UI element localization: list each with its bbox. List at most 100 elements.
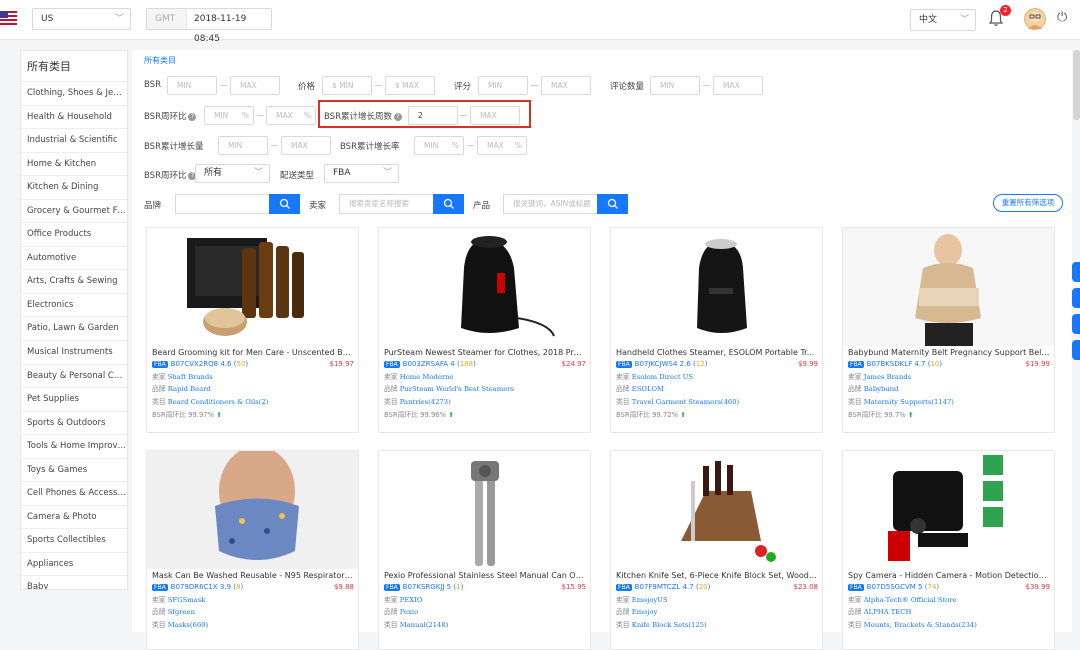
side-tab[interactable]	[1072, 340, 1080, 360]
product-seller[interactable]: Alpha-Tech® Official Store	[864, 596, 957, 604]
product-card[interactable]: Kitchen Knife Set, 6-Piece Knife Block S…	[610, 450, 823, 650]
product-brand[interactable]: ESOLOM	[632, 385, 664, 393]
product-image[interactable]	[843, 451, 1054, 569]
sidebar-category-item[interactable]: Tools & Home Improve...	[21, 435, 127, 459]
bsr-growth-rate-min-input[interactable]: MIN%	[414, 136, 464, 155]
sidebar-category-item[interactable]: Beauty & Personal Care	[21, 365, 127, 389]
sidebar-category-item[interactable]: Camera & Photo	[21, 506, 127, 530]
product-seller[interactable]: James Brands	[864, 373, 911, 381]
product-seller[interactable]: SFGSmask	[168, 596, 206, 604]
sidebar-category-item[interactable]: Arts, Crafts & Sewing	[21, 270, 127, 294]
breadcrumb[interactable]: 所有类目	[144, 55, 176, 66]
sidebar-category-item[interactable]: Sports & Outdoors	[21, 412, 127, 436]
product-category[interactable]: Maternity Supports(1147)	[864, 398, 954, 406]
product-card[interactable]: Handheld Clothes Steamer, ESOLOM Portabl…	[610, 227, 823, 433]
product-title[interactable]: Babybund Maternity Belt Pregnancy Suppor…	[848, 348, 1050, 357]
product-category[interactable]: Beard Conditioners & Oils(2)	[168, 398, 269, 406]
rating-max-input[interactable]: MAX	[541, 76, 591, 95]
product-brand[interactable]: Sfgreen	[168, 608, 195, 616]
bsr-growth-amount-min-input[interactable]: MIN	[218, 136, 268, 155]
product-category[interactable]: Travel Garment Steamers(460)	[632, 398, 739, 406]
sidebar-category-item[interactable]: Cell Phones & Accessor...	[21, 482, 127, 506]
bsr-wow-max-input[interactable]: MAX%	[266, 106, 316, 125]
product-search-button[interactable]	[597, 194, 628, 214]
sidebar-category-item[interactable]: Baby	[21, 576, 127, 589]
side-tab[interactable]	[1072, 262, 1080, 282]
product-seller[interactable]: Esolom Direct US	[632, 373, 693, 381]
sidebar-category-item[interactable]: Grocery & Gourmet Fo...	[21, 200, 127, 224]
product-category[interactable]: Masks(669)	[168, 621, 208, 629]
product-image[interactable]	[843, 228, 1054, 346]
brand-search-input[interactable]	[175, 194, 270, 214]
language-select[interactable]: 中文 ﹀	[910, 9, 976, 31]
avatar[interactable]	[1024, 8, 1046, 30]
sidebar-category-item[interactable]: Appliances	[21, 553, 127, 577]
product-brand[interactable]: ALPHA TECH	[864, 608, 912, 616]
product-image[interactable]	[611, 228, 822, 346]
delivery-type-select[interactable]: FBA ﹀	[324, 164, 399, 183]
product-image[interactable]	[147, 451, 358, 569]
product-brand[interactable]: Babybund	[864, 385, 899, 393]
product-card[interactable]: PurSteam Newest Steamer for Clothes, 201…	[378, 227, 591, 433]
notification-bell-icon[interactable]: 2	[987, 5, 1011, 27]
seller-search-button[interactable]	[433, 194, 464, 214]
side-tab[interactable]	[1072, 314, 1080, 334]
product-card[interactable]: Mask Can Be Washed Reusable - N95 Respir…	[146, 450, 359, 650]
bsr-wow-min-input[interactable]: MIN%	[204, 106, 254, 125]
product-image[interactable]	[611, 451, 822, 569]
price-max-input[interactable]: $ MAX	[385, 76, 435, 95]
bsr-growth-weeks-min-input[interactable]: 2	[408, 106, 458, 125]
bsr-growth-weeks-max-input[interactable]: MAX	[470, 106, 520, 125]
product-title[interactable]: Beard Grooming kit for Men Care - Unscen…	[152, 348, 354, 357]
reset-filters-button[interactable]: 重置所有筛选项	[993, 194, 1063, 212]
product-card[interactable]: Beard Grooming kit for Men Care - Unscen…	[146, 227, 359, 433]
product-card[interactable]: Pexio Professional Stainless Steel Manua…	[378, 450, 591, 650]
product-category[interactable]: Pantries(4273)	[400, 398, 451, 406]
reviews-max-input[interactable]: MAX	[713, 76, 763, 95]
product-image[interactable]	[379, 228, 590, 346]
product-card[interactable]: Spy Camera - Hidden Camera - Motion Dete…	[842, 450, 1055, 650]
sidebar-category-item[interactable]: Pet Supplies	[21, 388, 127, 412]
scrollbar[interactable]	[1073, 50, 1080, 120]
bsr-wow-select[interactable]: 所有 ﹀	[195, 164, 270, 183]
product-title[interactable]: Spy Camera - Hidden Camera - Motion Dete…	[848, 571, 1050, 580]
product-seller[interactable]: Home Moderne	[400, 373, 454, 381]
sidebar-category-item[interactable]: Patio, Lawn & Garden	[21, 317, 127, 342]
rating-min-input[interactable]: MIN	[478, 76, 528, 95]
sidebar-category-item[interactable]: Office Products	[21, 223, 127, 247]
bsr-max-input[interactable]: MAX	[230, 76, 280, 95]
product-card[interactable]: Babybund Maternity Belt Pregnancy Suppor…	[842, 227, 1055, 433]
product-category[interactable]: Knife Block Sets(125)	[632, 621, 707, 629]
sidebar-category-item[interactable]: Home & Kitchen	[21, 153, 127, 177]
product-seller[interactable]: Shaft Brands	[168, 373, 213, 381]
product-title[interactable]: Handheld Clothes Steamer, ESOLOM Portabl…	[616, 348, 818, 357]
sidebar-category-item[interactable]: Health & Household	[21, 106, 127, 130]
sidebar-category-item[interactable]: Automotive	[21, 247, 127, 271]
product-brand[interactable]: PurSteam World's Best Steamers	[400, 385, 514, 393]
sidebar-category-item[interactable]: Musical Instruments	[21, 341, 127, 365]
product-seller[interactable]: PEXIO	[400, 596, 423, 604]
product-brand[interactable]: Rapid Beard	[168, 385, 211, 393]
product-title[interactable]: PurSteam Newest Steamer for Clothes, 201…	[384, 348, 586, 357]
side-tab[interactable]	[1072, 288, 1080, 308]
power-icon[interactable]: ⏻	[1057, 11, 1071, 25]
sidebar-heading[interactable]: 所有类目	[21, 51, 127, 82]
sidebar-category-item[interactable]: Clothing, Shoes & Jewe...	[21, 82, 127, 106]
sidebar-category-item[interactable]: Kitchen & Dining	[21, 176, 127, 200]
price-min-input[interactable]: $ MIN	[322, 76, 372, 95]
product-brand[interactable]: Emojoy	[632, 608, 658, 616]
product-search-input[interactable]: 搜关键词，ASIN或标题	[503, 194, 598, 214]
product-category[interactable]: Manual(2148)	[400, 621, 449, 629]
product-seller[interactable]: EmojoyUS	[632, 596, 668, 604]
sidebar-category-item[interactable]: Toys & Games	[21, 459, 127, 483]
product-image[interactable]	[379, 451, 590, 569]
bsr-min-input[interactable]: MIN	[167, 76, 217, 95]
bsr-growth-amount-max-input[interactable]: MAX	[281, 136, 331, 155]
sidebar-category-item[interactable]: Electronics	[21, 294, 127, 318]
reviews-min-input[interactable]: MIN	[650, 76, 700, 95]
brand-search-button[interactable]	[269, 194, 300, 214]
seller-search-input[interactable]: 搜索卖家名称搜索	[339, 194, 434, 214]
product-brand[interactable]: Pexio	[400, 608, 418, 616]
sidebar-category-item[interactable]: Sports Collectibles	[21, 529, 127, 553]
product-title[interactable]: Mask Can Be Washed Reusable - N95 Respir…	[152, 571, 354, 580]
